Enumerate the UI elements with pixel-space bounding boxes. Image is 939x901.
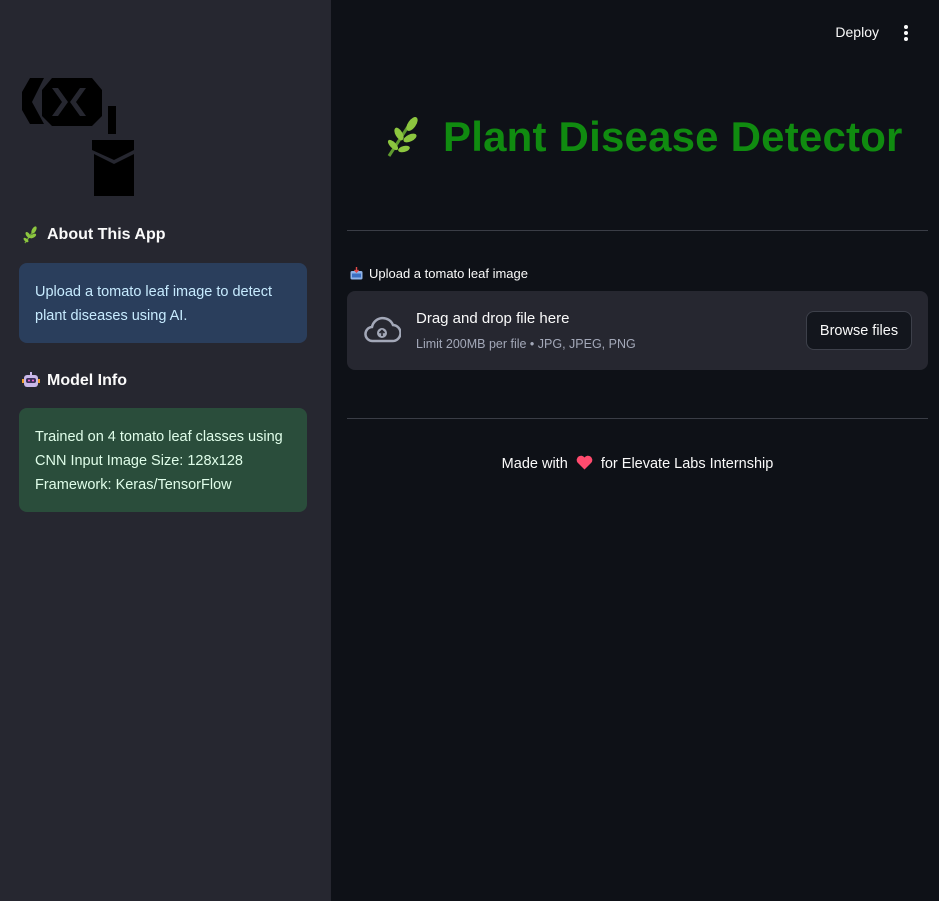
herb-leaf-icon xyxy=(387,117,418,157)
main-content: Deploy Plant Disease Detector Upload a t… xyxy=(331,0,939,901)
deploy-button[interactable]: Deploy xyxy=(835,24,879,40)
model-text-line3: Framework: Keras/TensorFlow xyxy=(35,477,232,493)
footer-text-after: for Elevate Labs Internship xyxy=(600,456,774,472)
dropzone-limit: Limit 200MB per file • JPG, JPEG, PNG xyxy=(416,337,636,351)
app-logo-icon xyxy=(22,78,134,196)
kebab-menu-icon[interactable] xyxy=(899,22,913,44)
herb-leaf-icon xyxy=(23,226,37,244)
inbox-tray-icon xyxy=(350,267,363,280)
about-heading: About This App xyxy=(22,226,166,244)
dropzone-title: Drag and drop file here xyxy=(416,310,570,327)
file-dropzone[interactable]: Drag and drop file here Limit 200MB per … xyxy=(347,291,928,370)
model-text-line2: CNN Input Image Size: 128x128 xyxy=(35,453,243,469)
sidebar: About This App Upload a tomato leaf imag… xyxy=(0,0,331,901)
model-text-line1: Trained on 4 tomato leaf classes using xyxy=(35,429,283,445)
footer-text-before: Made with xyxy=(501,456,568,472)
robot-icon xyxy=(22,372,40,387)
about-info-box: Upload a tomato leaf image to detect pla… xyxy=(19,263,307,343)
model-info-box: Trained on 4 tomato leaf classes using C… xyxy=(19,408,307,512)
page-title: Plant Disease Detector xyxy=(383,113,903,161)
heart-icon xyxy=(576,455,593,470)
about-heading-text: About This App xyxy=(47,226,166,243)
divider xyxy=(347,418,928,419)
model-heading-text: Model Info xyxy=(47,372,127,389)
model-heading: Model Info xyxy=(22,372,127,390)
about-text: Upload a tomato leaf image to detect pla… xyxy=(35,284,272,324)
upload-label: Upload a tomato leaf image xyxy=(350,266,528,281)
footer: Made with for Elevate Labs Internship xyxy=(347,455,928,472)
divider xyxy=(347,230,928,231)
cloud-upload-icon xyxy=(364,316,401,343)
upload-label-text: Upload a tomato leaf image xyxy=(369,266,528,281)
browse-files-button[interactable]: Browse files xyxy=(806,311,912,350)
page-title-text: Plant Disease Detector xyxy=(443,113,903,160)
